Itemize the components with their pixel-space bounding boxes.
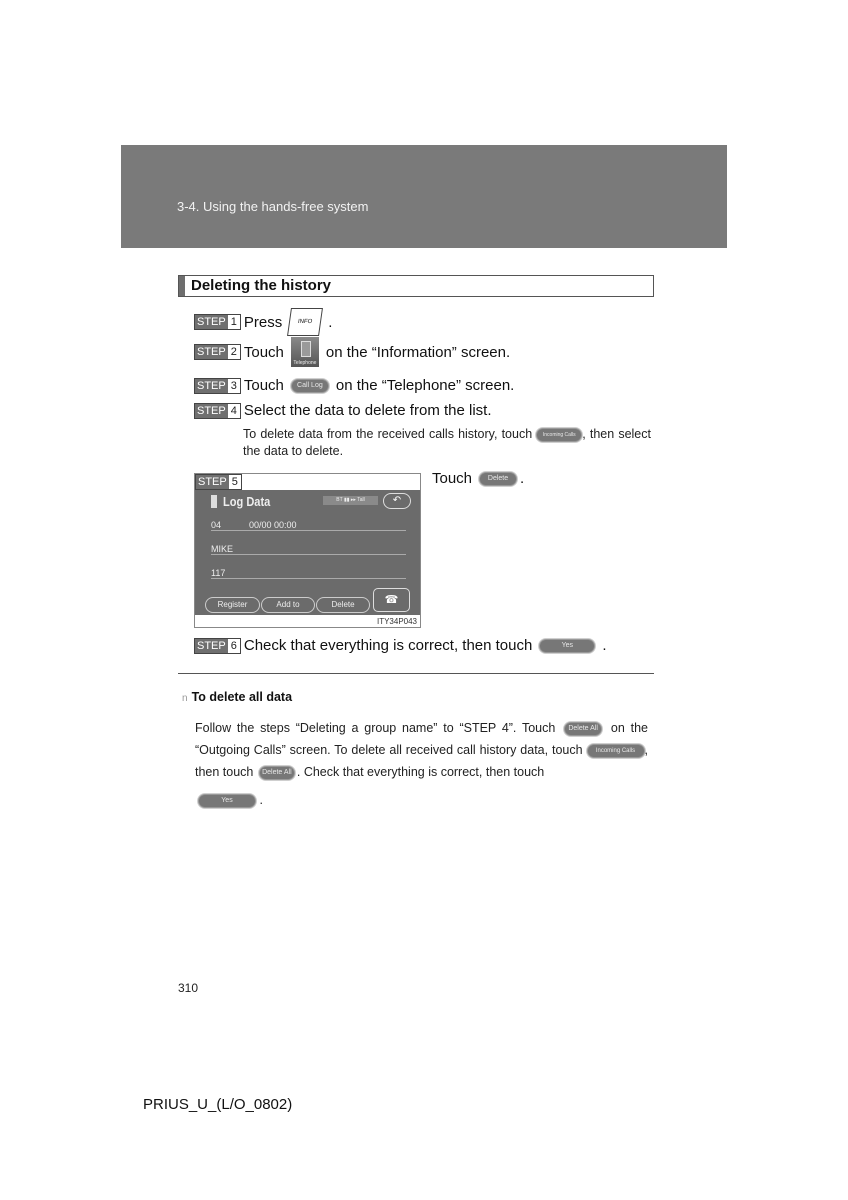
header-band: 3-4. Using the hands-free system bbox=[121, 145, 727, 248]
call-log-button-icon: Call Log bbox=[290, 378, 329, 393]
telephone-icon: Telephone bbox=[290, 337, 319, 367]
row-name: MIKE bbox=[211, 544, 406, 555]
step-4: STEP 4 Select the data to delete from the… bbox=[194, 402, 492, 419]
step-badge: STEP 6 bbox=[194, 637, 241, 654]
footer-code: PRIUS_U_(L/O_0802) bbox=[143, 1096, 293, 1113]
phone-icon: ☎ bbox=[373, 588, 410, 612]
delete-button-icon: Delete bbox=[479, 471, 518, 486]
row-number: 04 00/00 00:00 bbox=[211, 520, 406, 531]
bullet-icon: n bbox=[182, 693, 188, 704]
title-marker bbox=[179, 276, 185, 296]
screen-title: Log Data bbox=[223, 494, 271, 509]
step-3: STEP 3 Touch Call Log on the “Telephone” … bbox=[194, 377, 514, 394]
step-1: STEP 1 Press INFO . bbox=[194, 308, 332, 336]
register-button: Register bbox=[205, 597, 260, 613]
delete-all-button-icon: Delete All bbox=[258, 765, 295, 780]
divider bbox=[178, 673, 654, 674]
status-icons: BT ▮▮ ▸▸ Tall bbox=[323, 496, 378, 505]
screen: Log Data BT ▮▮ ▸▸ Tall ↶ 04 00/00 00:00 M… bbox=[195, 490, 420, 615]
step-badge: STEP 5 bbox=[195, 474, 242, 490]
log-data-screenshot: STEP 5 Log Data BT ▮▮ ▸▸ Tall ↶ 04 00/00 0… bbox=[194, 473, 421, 628]
info-button-icon: INFO bbox=[287, 308, 324, 336]
step-badge: STEP 2 bbox=[194, 344, 241, 360]
step-2: STEP 2 Touch Telephone on the “Informatio… bbox=[194, 337, 510, 367]
yes-button-icon: Yes bbox=[539, 638, 596, 653]
incoming-calls-button-icon: Incoming Calls bbox=[586, 743, 645, 758]
delete-all-button-icon: Delete All bbox=[564, 721, 603, 736]
add-to-button: Add to bbox=[261, 597, 315, 613]
sub-heading: n To delete all data bbox=[182, 690, 293, 704]
section-title: Deleting the history bbox=[191, 277, 332, 294]
delete-all-paragraph: Follow the steps “Deleting a group name”… bbox=[195, 721, 648, 808]
step-4-note: To delete data from the received calls h… bbox=[243, 427, 651, 458]
step-badge: STEP 3 bbox=[194, 377, 241, 394]
row-phone: 117 bbox=[211, 568, 406, 579]
step-badge: STEP 4 bbox=[194, 402, 241, 419]
figure-id: ITY34P043 bbox=[376, 617, 417, 626]
step-5-text: Touch Delete . bbox=[432, 470, 525, 487]
section-title-box: Deleting the history bbox=[178, 275, 654, 297]
section-heading: 3-4. Using the hands-free system bbox=[177, 199, 369, 214]
step-6: STEP 6 Check that everything is correct, … bbox=[194, 637, 607, 654]
step-badge: STEP 1 bbox=[194, 314, 241, 330]
delete-button: Delete bbox=[316, 597, 370, 613]
page-number: 310 bbox=[178, 981, 199, 995]
yes-button-icon: Yes bbox=[198, 793, 256, 808]
incoming-calls-button-icon: Incoming Calls bbox=[536, 427, 583, 442]
document-icon bbox=[211, 495, 217, 508]
back-icon: ↶ bbox=[383, 493, 411, 509]
